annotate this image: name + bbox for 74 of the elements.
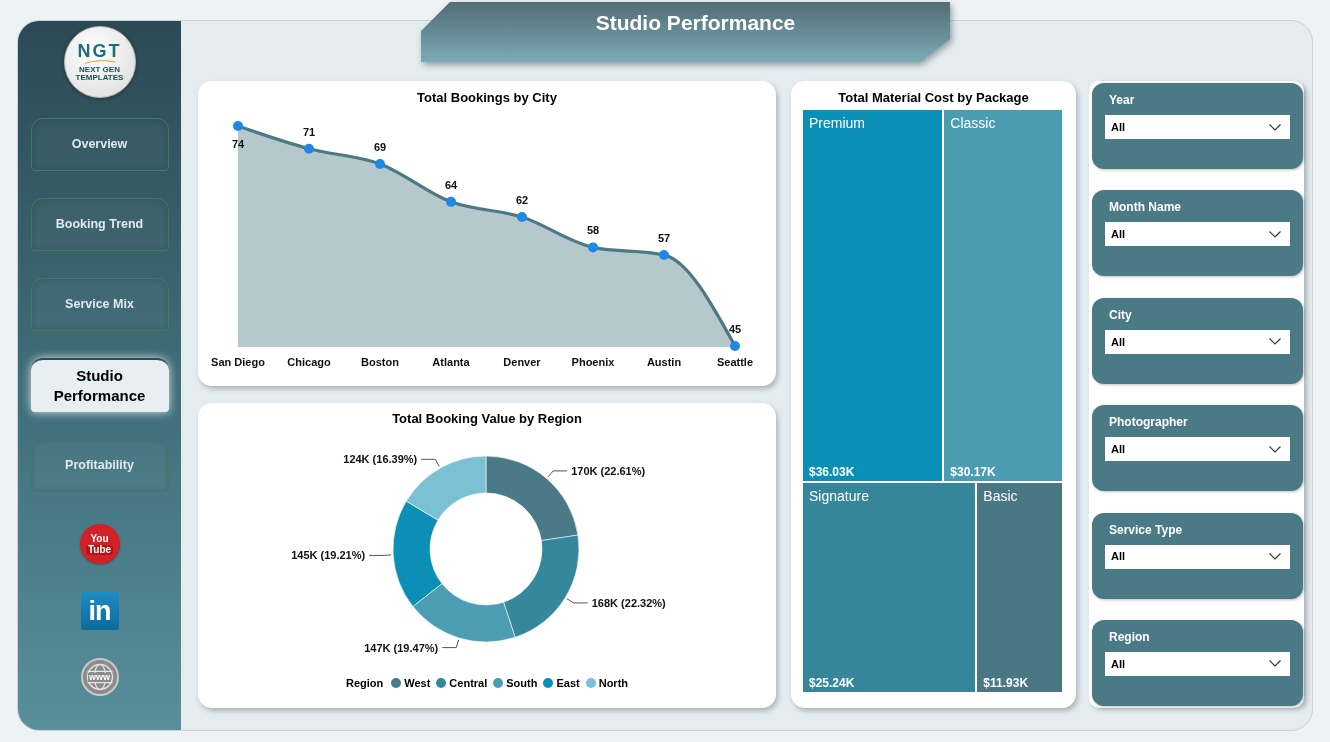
axis-label: Chicago <box>287 356 331 368</box>
chevron-down-icon <box>1269 338 1281 346</box>
data-label: 71 <box>302 125 316 138</box>
youtube-icon[interactable]: You Tube <box>79 524 120 564</box>
treemap-tile: Basic $11.93K <box>977 483 1062 692</box>
legend-label: North <box>598 676 628 691</box>
data-label: 57 <box>657 231 671 244</box>
filter-label: City <box>1108 306 1133 323</box>
chevron-down-icon <box>1269 123 1281 131</box>
leader-line <box>420 458 440 467</box>
legend-title: Region <box>346 676 384 691</box>
dropdown[interactable]: All <box>1105 651 1290 676</box>
axis-label: Denver <box>503 356 541 368</box>
dropdown[interactable]: All <box>1105 329 1290 354</box>
leader-line <box>566 598 589 604</box>
chevron-down-icon <box>1269 445 1281 453</box>
data-label: 69 <box>373 140 387 153</box>
legend-label: East <box>556 676 580 691</box>
leader-line <box>368 554 392 556</box>
treemap-tile: Signature $25.24K <box>803 483 976 692</box>
data-label: 170K (22.61%) <box>571 464 646 477</box>
data-label: 64 <box>444 178 458 191</box>
data-label: 168K (22.32%) <box>591 596 666 609</box>
treemap-tile: Premium $36.03K <box>803 110 943 482</box>
dropdown[interactable]: All <box>1105 437 1290 462</box>
nav-button[interactable]: Profitability <box>30 439 169 492</box>
dropdown[interactable]: All <box>1105 222 1290 247</box>
legend-label: Central <box>449 676 488 691</box>
filter-label: Year <box>1108 92 1136 108</box>
data-label: 147K (19.47%) <box>364 641 439 654</box>
filter-label: Photographer <box>1108 414 1189 431</box>
data-point <box>730 341 740 351</box>
data-point <box>304 143 314 154</box>
axis-label: San Diego <box>211 356 265 368</box>
brand-logo: NGT NEXT GEN TEMPLATES <box>63 26 136 98</box>
dropdown[interactable]: All <box>1105 115 1290 139</box>
data-label: 145K (19.21%) <box>291 549 366 562</box>
data-label: 62 <box>515 194 529 207</box>
data-point <box>375 158 385 169</box>
leader-line <box>547 470 568 478</box>
page-title: Studio Performance <box>595 10 796 36</box>
chevron-down-icon <box>1269 660 1281 668</box>
data-point <box>233 121 243 131</box>
nav-button[interactable]: Overview <box>30 118 169 171</box>
legend-label: West <box>404 676 431 691</box>
treemap-tile: Classic $30.17K <box>944 110 1062 482</box>
axis-label: Boston <box>361 356 399 368</box>
nav-button[interactable]: Studio Performance <box>30 358 169 412</box>
data-point <box>659 249 669 260</box>
data-point <box>446 196 456 207</box>
data-label: 124K (16.39%) <box>343 453 418 466</box>
data-label: 74 <box>231 138 245 150</box>
filter-label: Service Type <box>1108 521 1184 538</box>
axis-label: Austin <box>646 356 682 368</box>
chevron-down-icon <box>1269 230 1281 238</box>
nav-button[interactable]: Service Mix <box>30 278 169 331</box>
axis-label: Atlanta <box>432 356 470 368</box>
data-point <box>588 242 598 253</box>
chart-title: Total Bookings by City <box>416 89 558 106</box>
chart-title: Total Material Cost by Package <box>837 89 1030 106</box>
leader-line <box>441 639 460 649</box>
filter-label: Month Name <box>1108 199 1182 216</box>
chart-title: Total Booking Value by Region <box>391 410 583 427</box>
data-label: 45 <box>728 323 742 335</box>
linkedin-icon[interactable]: in <box>80 592 119 630</box>
axis-label: Seattle <box>716 356 754 368</box>
data-label: 58 <box>586 224 600 237</box>
nav-button[interactable]: Booking Trend <box>30 198 169 251</box>
dropdown[interactable]: All <box>1105 544 1290 569</box>
legend-label: South <box>506 676 538 691</box>
chevron-down-icon <box>1269 553 1281 561</box>
axis-label: Phoenix <box>571 356 615 368</box>
data-point <box>517 212 527 223</box>
filter-label: Region <box>1108 628 1151 645</box>
